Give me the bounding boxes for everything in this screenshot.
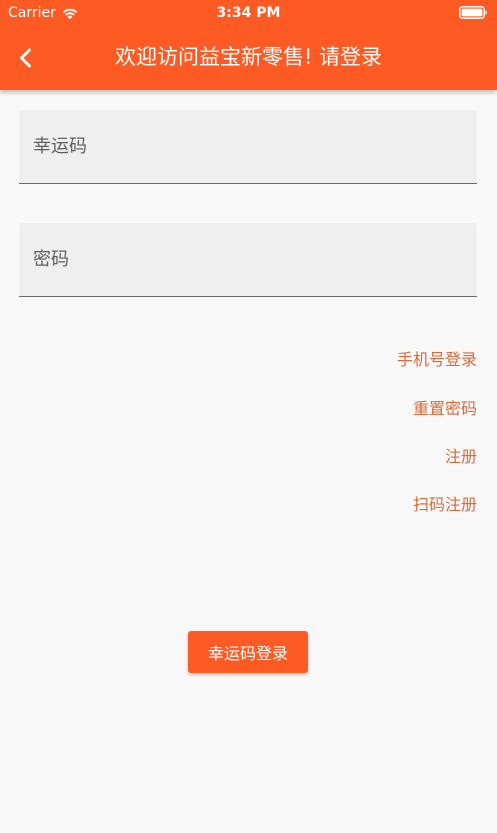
battery-icon	[459, 6, 488, 19]
navigation-row: 欢迎访问益宝新零售! 请登录	[0, 26, 497, 90]
scan-register-link[interactable]: 扫码注册	[413, 494, 477, 516]
app-bar: Carrier 3:34 PM 欢迎访问益宝新零售! 请登录	[0, 0, 497, 90]
status-bar: Carrier 3:34 PM	[0, 0, 497, 26]
page-title: 欢迎访问益宝新零售! 请登录	[114, 45, 383, 69]
register-link[interactable]: 注册	[445, 446, 477, 468]
lucky-code-input[interactable]	[19, 110, 477, 183]
chevron-left-icon	[20, 48, 31, 68]
phone-login-link[interactable]: 手机号登录	[397, 349, 477, 371]
back-button[interactable]	[6, 38, 46, 78]
password-field[interactable]	[19, 223, 477, 297]
lucky-code-field[interactable]	[19, 110, 477, 184]
reset-password-link[interactable]: 重置密码	[413, 398, 477, 420]
lucky-code-login-button[interactable]: 幸运码登录	[188, 631, 308, 673]
password-input[interactable]	[19, 223, 477, 296]
status-time: 3:34 PM	[216, 5, 281, 21]
